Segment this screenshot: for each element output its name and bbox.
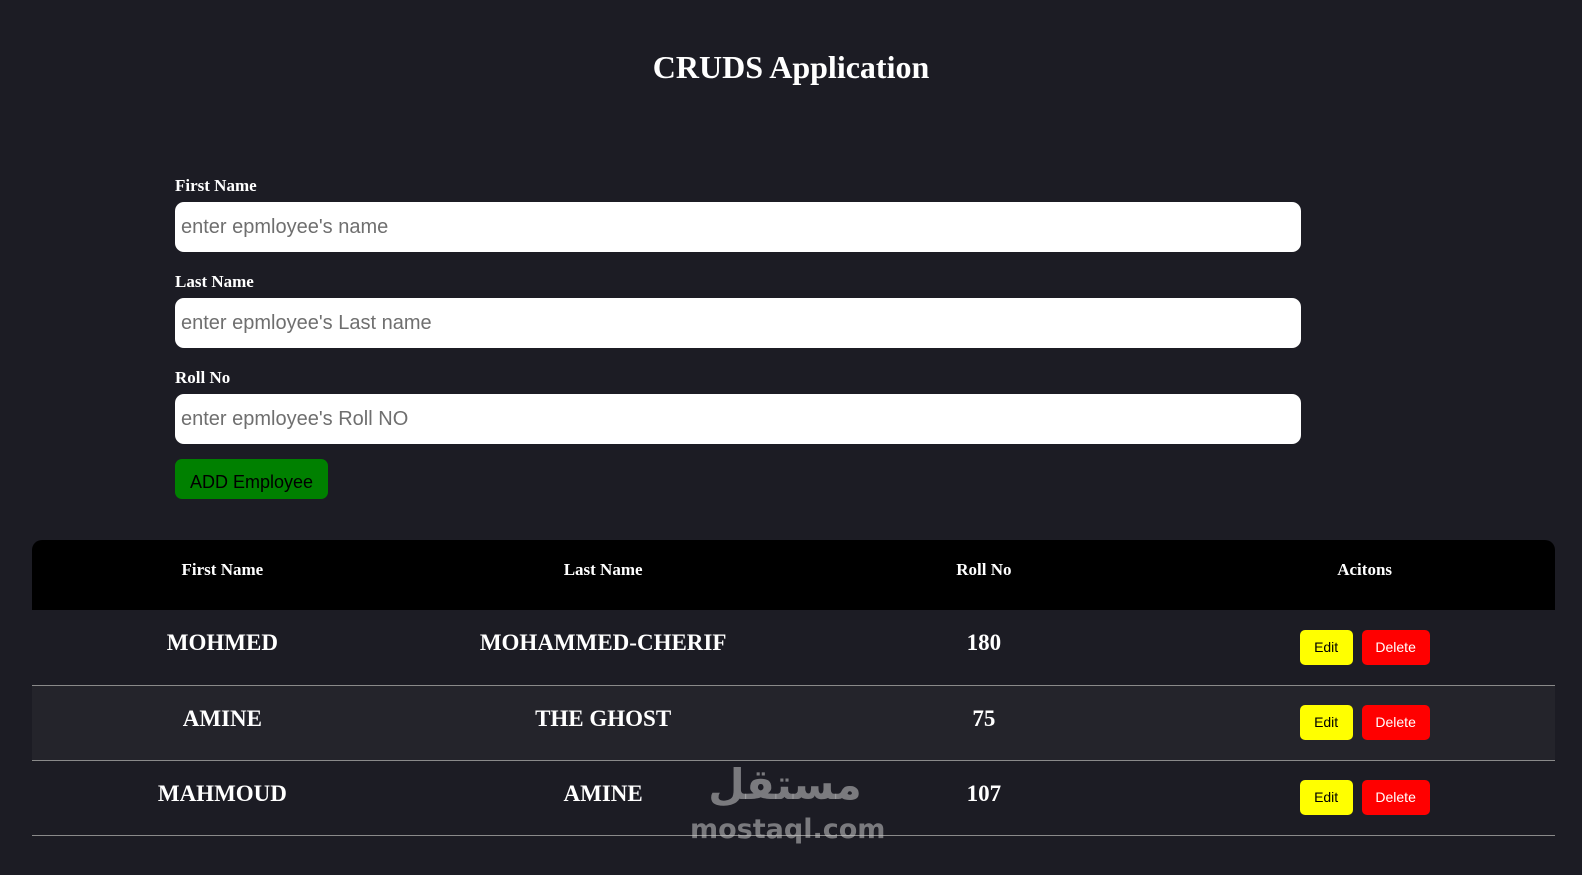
cell-roll-no: 107 (966, 780, 1002, 806)
last-name-input[interactable] (175, 298, 1301, 348)
employee-table: First Name Last Name Roll No Acitons MOH… (32, 540, 1555, 836)
edit-button[interactable]: Edit (1299, 705, 1353, 740)
cell-actions: Edit Delete (1174, 685, 1555, 760)
first-name-input[interactable] (175, 202, 1301, 252)
table-row: AMINE THE GHOST 75 Edit Delete (32, 685, 1555, 760)
delete-button[interactable]: Delete (1361, 780, 1430, 815)
delete-button[interactable]: Delete (1361, 705, 1430, 740)
cell-roll-no: 75 (972, 705, 996, 731)
column-header-actions: Acitons (1337, 560, 1393, 579)
column-header-last-name: Last Name (563, 560, 643, 579)
roll-no-input[interactable] (175, 394, 1301, 444)
edit-button[interactable]: Edit (1299, 629, 1353, 665)
add-employee-button[interactable]: ADD Employee (175, 459, 328, 499)
cell-first-name: MAHMOUD (157, 780, 287, 806)
cell-last-name: MOHAMMED-CHERIF (479, 630, 727, 656)
cell-first-name: MOHMED (166, 630, 278, 656)
cell-actions: Edit Delete (1174, 610, 1555, 685)
cell-last-name: AMINE (563, 780, 643, 806)
cell-roll-no: 180 (966, 630, 1002, 656)
last-name-label: Last Name (175, 272, 254, 291)
edit-button[interactable]: Edit (1299, 780, 1353, 815)
page-title: CRUDS Application (652, 49, 930, 85)
table-header-row: First Name Last Name Roll No Acitons (32, 540, 1555, 610)
cell-first-name: AMINE (182, 705, 262, 731)
first-name-label: First Name (175, 176, 257, 195)
delete-button[interactable]: Delete (1361, 629, 1430, 665)
cell-actions: Edit Delete (1174, 760, 1555, 835)
cell-last-name: THE GHOST (535, 705, 672, 731)
employee-form: First Name Last Name Roll No ADD Employe… (175, 176, 1301, 499)
roll-no-label: Roll No (175, 368, 231, 387)
table-row: MAHMOUD AMINE 107 Edit Delete (32, 760, 1555, 835)
column-header-first-name: First Name (181, 560, 264, 579)
table-row: MOHMED MOHAMMED-CHERIF 180 Edit Delete (32, 610, 1555, 685)
column-header-roll-no: Roll No (956, 560, 1012, 579)
